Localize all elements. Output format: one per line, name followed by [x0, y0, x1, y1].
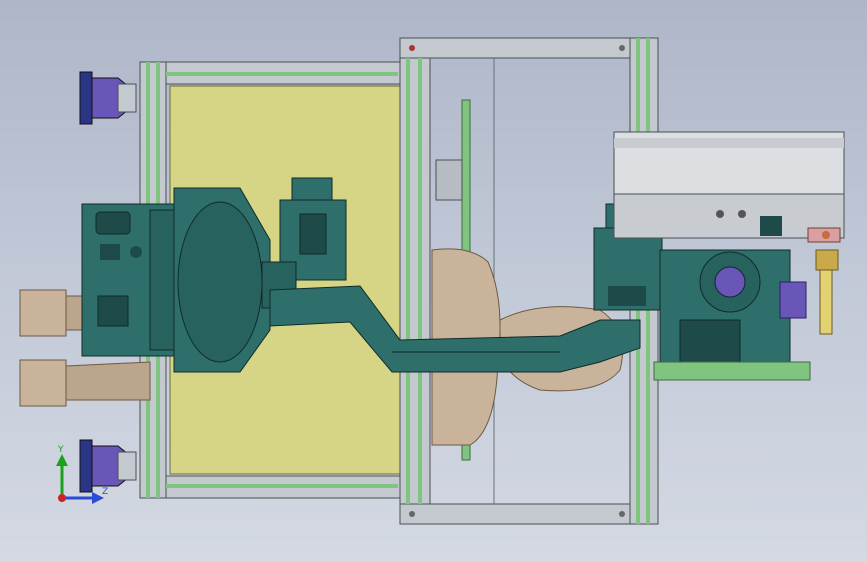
robot-wrist[interactable] [653, 216, 811, 381]
control-enclosure[interactable] [613, 131, 845, 239]
z-axis-label: Z [102, 487, 108, 497]
cad-model-scene[interactable]: Y Z [0, 0, 867, 562]
pneumatic-fitting[interactable] [807, 227, 841, 335]
robot-base[interactable] [81, 187, 271, 373]
y-axis-label: Y [57, 445, 64, 455]
leveling-foot-top[interactable] [79, 71, 137, 125]
leveling-foot-bottom[interactable] [79, 439, 137, 493]
cad-viewport[interactable]: Y Z [0, 0, 867, 562]
